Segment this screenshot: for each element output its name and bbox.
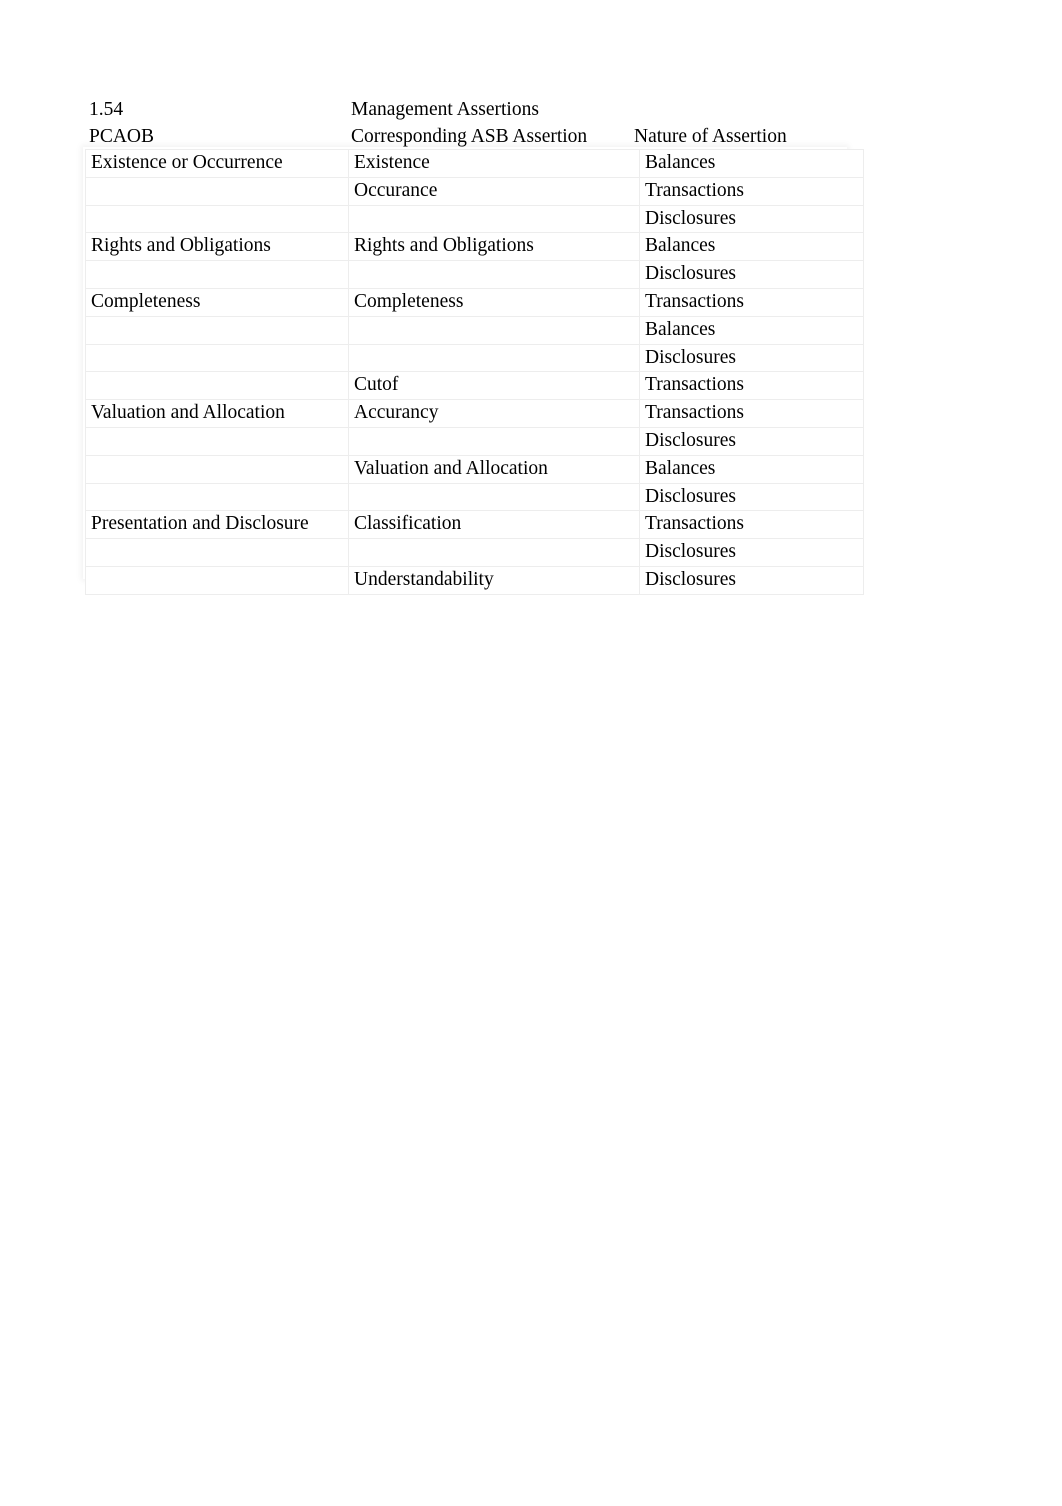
cell-nature-of-assertion: Balances [639, 315, 864, 345]
cell-nature-of-assertion: Balances [639, 454, 864, 484]
table-row: Occurance Transactions [85, 176, 864, 206]
table-row: Balances [85, 315, 864, 345]
document-title: Management Assertions [351, 99, 539, 120]
cell-pcaob: Valuation and Allocation [85, 399, 349, 428]
cell-asb-assertion: Accurancy [348, 399, 640, 428]
table-row: Valuation and Allocation Balances [85, 454, 864, 484]
table-row: Disclosures [85, 482, 864, 512]
cell-pcaob [85, 538, 349, 567]
cell-pcaob [85, 260, 349, 289]
cell-asb-assertion: Cutof [348, 371, 640, 401]
cell-pcaob: Completeness [85, 287, 349, 317]
cell-asb-assertion: Completeness [348, 287, 640, 317]
cell-pcaob [85, 315, 349, 345]
cell-asb-assertion: Existence [348, 149, 640, 178]
table-row: Rights and Obligations Rights and Obligat… [85, 232, 864, 262]
cell-pcaob [85, 371, 349, 401]
table-row: Existence or Occurrence Existence Balances [85, 149, 864, 178]
title-row: 1.54 Management Assertions [89, 96, 849, 123]
document-page: 1.54 Management Assertions PCAOB Corresp… [0, 0, 1062, 1506]
cell-nature-of-assertion: Transactions [639, 176, 864, 206]
cell-asb-assertion [348, 260, 640, 289]
table-body: Existence or Occurrence Existence Balances… [85, 149, 864, 595]
cell-asb-assertion: Valuation and Allocation [348, 454, 640, 484]
item-number: 1.54 [89, 99, 124, 120]
cell-asb-assertion: Classification [348, 510, 640, 540]
cell-pcaob [85, 426, 349, 456]
cell-pcaob: Existence or Occurrence [85, 149, 349, 178]
table-row: Disclosures [85, 260, 864, 289]
table-row: Cutof Transactions [85, 371, 864, 401]
table-row: Disclosures [85, 204, 864, 234]
cell-pcaob [85, 176, 349, 206]
cell-asb-assertion: Occurance [348, 176, 640, 206]
cell-nature-of-assertion: Disclosures [639, 260, 864, 289]
cell-asb-assertion: Rights and Obligations [348, 232, 640, 262]
cell-nature-of-assertion: Disclosures [639, 426, 864, 456]
cell-asb-assertion [348, 482, 640, 512]
cell-pcaob [85, 204, 349, 234]
table-row: Completeness Completeness Transactions [85, 287, 864, 317]
cell-nature-of-assertion: Transactions [639, 371, 864, 401]
column-headers-row: PCAOB Corresponding ASB Assertion Nature… [89, 123, 849, 150]
document-heading-block: 1.54 Management Assertions PCAOB Corresp… [89, 96, 849, 150]
cell-nature-of-assertion: Disclosures [639, 538, 864, 567]
table-row: Presentation and Disclosure Classificatio… [85, 510, 864, 540]
header-corresponding-asb-assertion: Corresponding ASB Assertion [351, 126, 588, 147]
cell-asb-assertion [348, 343, 640, 373]
table-row: Disclosures [85, 343, 864, 373]
cell-nature-of-assertion: Transactions [639, 287, 864, 317]
management-assertions-table: Existence or Occurrence Existence Balances… [85, 149, 864, 595]
table-row: Disclosures [85, 538, 864, 567]
cell-nature-of-assertion: Balances [639, 149, 864, 178]
cell-asb-assertion [348, 426, 640, 456]
cell-nature-of-assertion: Disclosures [639, 343, 864, 373]
cell-pcaob [85, 343, 349, 373]
header-pcaob: PCAOB [89, 126, 155, 147]
cell-nature-of-assertion: Balances [639, 232, 864, 262]
cell-pcaob: Rights and Obligations [85, 232, 349, 262]
cell-nature-of-assertion: Disclosures [639, 565, 864, 595]
cell-pcaob [85, 454, 349, 484]
header-nature-of-assertion: Nature of Assertion [634, 126, 787, 147]
cell-nature-of-assertion: Transactions [639, 510, 864, 540]
title-row-spacer [634, 96, 849, 123]
cell-nature-of-assertion: Disclosures [639, 482, 864, 512]
cell-asb-assertion [348, 538, 640, 567]
cell-pcaob: Presentation and Disclosure [85, 510, 349, 540]
cell-nature-of-assertion: Transactions [639, 399, 864, 428]
table-row: Disclosures [85, 426, 864, 456]
cell-nature-of-assertion: Disclosures [639, 204, 864, 234]
table-row: Valuation and Allocation Accurancy Transac… [85, 399, 864, 428]
cell-pcaob [85, 565, 349, 595]
cell-asb-assertion [348, 204, 640, 234]
cell-asb-assertion [348, 315, 640, 345]
table-row: Understandability Disclosures [85, 565, 864, 595]
cell-asb-assertion: Understandability [348, 565, 640, 595]
cell-pcaob [85, 482, 349, 512]
